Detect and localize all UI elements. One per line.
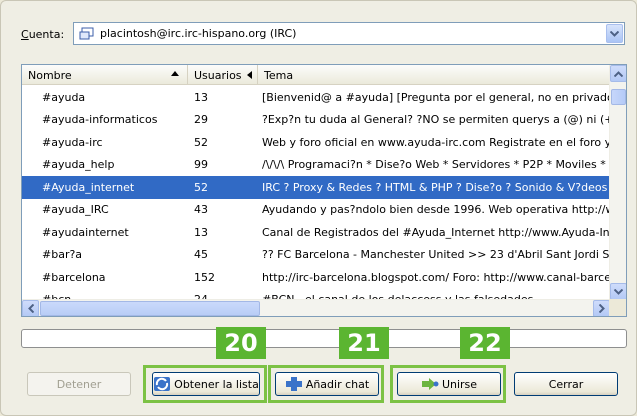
get-list-button-label: Obtener la lista bbox=[174, 377, 259, 391]
account-label-mnemonic: C bbox=[21, 28, 29, 41]
vertical-scroll-thumb[interactable] bbox=[611, 89, 626, 105]
get-list-button[interactable]: Obtener la lista bbox=[152, 372, 260, 396]
callout-badge-20: 20 bbox=[216, 327, 266, 359]
room-topic: Ayudando y pas?ndolo bien desde 1996. We… bbox=[262, 203, 610, 217]
room-name: #ayuda-irc bbox=[42, 135, 103, 149]
sort-left-icon bbox=[246, 71, 252, 79]
join-button-label: Unirse bbox=[441, 377, 478, 391]
callout-badge-21: 21 bbox=[339, 327, 389, 359]
room-row[interactable]: #barcelona 152 http://irc-barcelona.blogsp… bbox=[22, 266, 610, 289]
plus-icon bbox=[285, 377, 302, 391]
room-topic: IRC ? Proxy & Redes ? HTML & PHP ? Dise?… bbox=[262, 180, 610, 194]
vertical-scrollbar[interactable] bbox=[609, 65, 626, 300]
add-chat-button-label: Añadir chat bbox=[305, 377, 370, 391]
scroll-down-button[interactable] bbox=[610, 283, 626, 300]
chevron-right-icon bbox=[598, 304, 605, 313]
horizontal-scrollbar[interactable] bbox=[22, 299, 610, 316]
room-name: #ayuda-informaticos bbox=[42, 113, 158, 127]
room-topic: http://irc-barcelona.blogspot.com/ Foro:… bbox=[262, 270, 610, 284]
column-header-nombre[interactable]: Nombre bbox=[22, 65, 188, 85]
add-chat-button[interactable]: Añadir chat bbox=[275, 372, 379, 396]
account-value: placintosh@irc.irc-hispano.org (IRC) bbox=[100, 27, 297, 40]
room-name: #bar?a bbox=[42, 248, 83, 262]
room-topic: Web y foro oficial en www.ayuda-irc.com … bbox=[262, 135, 610, 149]
room-row[interactable]: #bar?a 45 ?? FC Barcelona - Manchester Uni… bbox=[22, 244, 610, 267]
room-name: #Ayuda_internet bbox=[42, 180, 135, 194]
room-users: 152 bbox=[194, 270, 215, 284]
room-topic: ?? FC Barcelona - Manchester United >> 2… bbox=[262, 248, 610, 262]
account-select[interactable]: placintosh@irc.irc-hispano.org (IRC) bbox=[73, 22, 625, 45]
account-dropdown-button[interactable] bbox=[606, 24, 623, 43]
room-row[interactable]: #ayuda-informaticos 29 ?Exp?n tu duda al G… bbox=[22, 109, 610, 132]
column-tema-label: Tema bbox=[264, 68, 294, 82]
room-row[interactable]: #ayuda_help 99 /\/\/\ Programaci?n * Dise?… bbox=[22, 154, 610, 177]
room-topic: Canal de Registrados del #Ayuda_Internet… bbox=[262, 225, 610, 239]
column-usuarios-label: Usuarios bbox=[194, 68, 242, 82]
network-account-icon bbox=[79, 27, 94, 39]
column-nombre-label: Nombre bbox=[28, 68, 72, 82]
scroll-left-button[interactable] bbox=[22, 300, 39, 316]
room-users: 99 bbox=[194, 158, 208, 172]
room-users: 52 bbox=[194, 180, 208, 194]
refresh-icon bbox=[154, 377, 171, 391]
chevron-down-icon bbox=[614, 288, 623, 295]
room-name: #barcelona bbox=[42, 270, 106, 284]
room-users: 43 bbox=[194, 203, 208, 217]
room-rows: #ayuda 13 [Bienvenid@ a #ayuda] [Pregunta … bbox=[22, 86, 610, 311]
chevron-left-icon bbox=[27, 304, 34, 313]
sort-up-icon bbox=[171, 71, 179, 76]
callout-badge-22: 22 bbox=[460, 327, 510, 359]
close-button[interactable]: Cerrar bbox=[514, 372, 618, 396]
column-header-tema[interactable]: Tema bbox=[258, 65, 610, 85]
close-button-label: Cerrar bbox=[548, 377, 584, 391]
room-row[interactable]: #ayudainternet 13 Canal de Registrados del… bbox=[22, 221, 610, 244]
chevron-up-icon bbox=[614, 70, 623, 77]
room-row[interactable]: #ayuda_IRC 43 Ayudando y pas?ndolo bien de… bbox=[22, 199, 610, 222]
room-name: #ayudainternet bbox=[42, 225, 129, 239]
column-header-usuarios[interactable]: Usuarios bbox=[188, 65, 258, 85]
scrollbar-corner bbox=[609, 299, 626, 316]
scroll-right-button[interactable] bbox=[593, 300, 610, 316]
room-row[interactable]: #Ayuda_internet 52 IRC ? Proxy & Redes ? H… bbox=[22, 176, 610, 199]
join-button[interactable]: Unirse bbox=[397, 372, 501, 396]
room-topic: ?Exp?n tu duda al General? ?NO se permit… bbox=[262, 113, 610, 127]
room-users: 52 bbox=[194, 135, 208, 149]
progress-bar bbox=[21, 329, 627, 348]
room-users: 13 bbox=[194, 90, 208, 104]
scroll-up-button[interactable] bbox=[610, 65, 626, 82]
room-name: #ayuda bbox=[42, 90, 86, 104]
room-users: 45 bbox=[194, 248, 208, 262]
stop-button[interactable]: Detener bbox=[27, 372, 131, 396]
chevron-down-icon bbox=[610, 30, 619, 37]
room-list-header: Nombre Usuarios Tema bbox=[22, 65, 610, 85]
join-chat-dialog: Cuenta: placintosh@irc.irc-hispano.org (… bbox=[0, 0, 637, 416]
stop-button-label: Detener bbox=[56, 377, 102, 391]
room-row[interactable]: #ayuda 13 [Bienvenid@ a #ayuda] [Pregunta … bbox=[22, 86, 610, 109]
account-label-text: uenta: bbox=[28, 28, 65, 41]
join-arrow-icon bbox=[421, 378, 439, 390]
room-name: #ayuda_help bbox=[42, 158, 115, 172]
room-row[interactable]: #ayuda-irc 52 Web y foro oficial en www.ay… bbox=[22, 131, 610, 154]
room-name: #ayuda_IRC bbox=[42, 203, 109, 217]
horizontal-scroll-thumb[interactable] bbox=[40, 301, 260, 316]
room-users: 29 bbox=[194, 113, 208, 127]
room-list[interactable]: Nombre Usuarios Tema #ayuda 13 [Bienvenid@… bbox=[21, 64, 627, 317]
account-label: Cuenta: bbox=[21, 28, 64, 41]
room-topic: [Bienvenid@ a #ayuda] [Pregunta por el g… bbox=[262, 90, 610, 104]
room-users: 13 bbox=[194, 225, 208, 239]
room-topic: /\/\/\ Programaci?n * Dise?o Web * Servi… bbox=[262, 158, 610, 172]
